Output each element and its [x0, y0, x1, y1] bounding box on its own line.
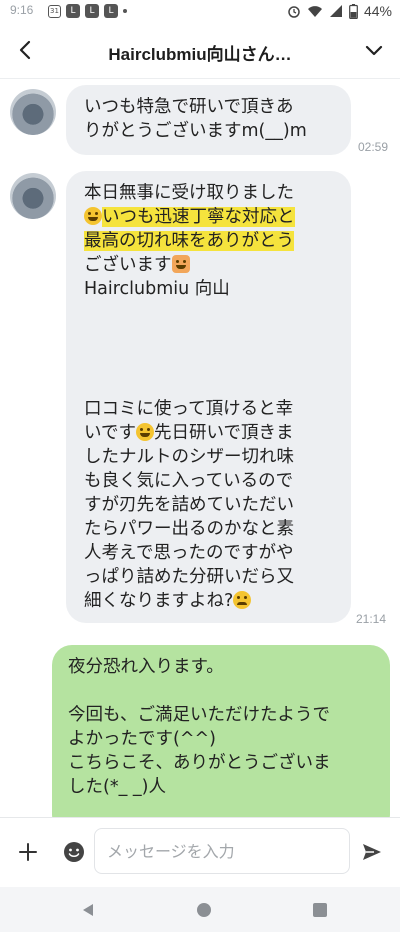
outgoing-message-bubble[interactable]: 夜分恐れ入ります。 今回も、ご満足いただけたようで よかったです(^^) こちら…: [52, 645, 390, 835]
highlighted-text: いつも迅速丁寧な対応と: [102, 207, 295, 227]
line-notification-icon: L: [85, 4, 99, 18]
message-line: 細くなりますよね?: [84, 589, 351, 613]
send-icon[interactable]: [360, 840, 384, 864]
status-time: 9:16: [10, 3, 34, 17]
status-bar: 9:16 31 L L L 44%: [0, 0, 400, 24]
message-text: すが刃先を詰めていただい: [84, 495, 294, 515]
plus-icon[interactable]: [16, 840, 40, 864]
message-text: も良く気に入っているので: [84, 471, 294, 491]
message-line: いつも迅速丁寧な対応と: [84, 205, 351, 229]
alarm-icon: [288, 6, 300, 18]
message-text: した(*_ _)人: [68, 777, 166, 797]
nav-back-icon[interactable]: [80, 902, 96, 918]
message-text: 夜分恐れ入ります。: [68, 657, 224, 677]
message-text: 細くなりますよね?: [84, 591, 234, 611]
system-navigation-bar: [0, 887, 400, 932]
highlighted-text: 最高の切れ味をありがとう: [84, 231, 294, 251]
message-text: したナルトのシザー切れ味: [84, 447, 294, 467]
incoming-message-bubble[interactable]: 本日無事に受け取りました いつも迅速丁寧な対応と 最高の切れ味をありがとう ござ…: [66, 171, 351, 623]
message-line: 最高の切れ味をありがとう: [84, 229, 351, 253]
line-notification-icon: L: [104, 4, 118, 18]
chat-title[interactable]: Hairclubmiu向山さん…: [60, 40, 340, 65]
sad-face-emoji: [233, 591, 252, 609]
chat-header: Hairclubmiu向山さん…: [0, 24, 400, 79]
message-text: っぱり詰めた分研いだら又: [84, 567, 294, 587]
grinning-face-emoji: [135, 423, 154, 441]
message-time: 21:14: [356, 612, 387, 626]
grinning-face-emoji: [84, 207, 102, 225]
message-text: Hairclubmiu 向山: [84, 279, 230, 299]
message-text: たらパワー出るのかなと素: [84, 519, 294, 539]
message-line: いです 先日研いで頂きま: [84, 421, 351, 445]
message-text: 先日研いで頂きま: [153, 423, 294, 443]
calendar-icon: 31: [48, 4, 61, 18]
message-text: いです: [84, 423, 136, 443]
message-list[interactable]: いつも特急で研いで頂きあ りがとうございますm(__)m 02:59 本日無事に…: [0, 79, 400, 835]
signal-icon: [329, 5, 342, 17]
chevron-down-icon[interactable]: [362, 38, 386, 62]
emoji-icon[interactable]: [62, 840, 86, 864]
avatar[interactable]: [10, 173, 56, 219]
message-text: 今回も、ご満足いただけたようで: [68, 705, 330, 725]
message-text: 口コミに使って頂けると幸: [84, 399, 294, 419]
back-arrow-icon[interactable]: [14, 38, 38, 62]
nav-home-icon[interactable]: [196, 902, 212, 918]
message-time: 02:59: [358, 140, 389, 154]
message-text: いつも特急で研いで頂きあ: [84, 97, 294, 117]
battery-icon: [349, 3, 358, 19]
incoming-message-bubble[interactable]: いつも特急で研いで頂きあ りがとうございますm(__)m: [66, 85, 351, 155]
message-text: 本日無事に受け取りました: [84, 183, 294, 203]
wifi-icon: [307, 6, 322, 17]
message-line: ございます: [84, 253, 351, 277]
system-icons: 44%: [287, 3, 392, 19]
nav-recents-icon[interactable]: [312, 902, 328, 918]
message-text: りがとうございますm(__)m: [84, 121, 307, 141]
message-text: ございます: [84, 255, 172, 275]
message-input[interactable]: [94, 828, 350, 874]
notification-icons: 31 L L L: [48, 4, 127, 18]
line-notification-icon: L: [66, 4, 80, 18]
message-input-bar: [0, 817, 400, 888]
more-notifications-dot: [123, 9, 127, 13]
avatar[interactable]: [10, 89, 56, 135]
message-text: 人考えで思ったのですがや: [84, 543, 294, 563]
message-text: こちらこそ、ありがとうございま: [68, 753, 331, 773]
person-bowing-emoji: [171, 255, 190, 273]
battery-percent: 44%: [363, 3, 392, 19]
message-text: よかったです(^^): [68, 729, 216, 749]
